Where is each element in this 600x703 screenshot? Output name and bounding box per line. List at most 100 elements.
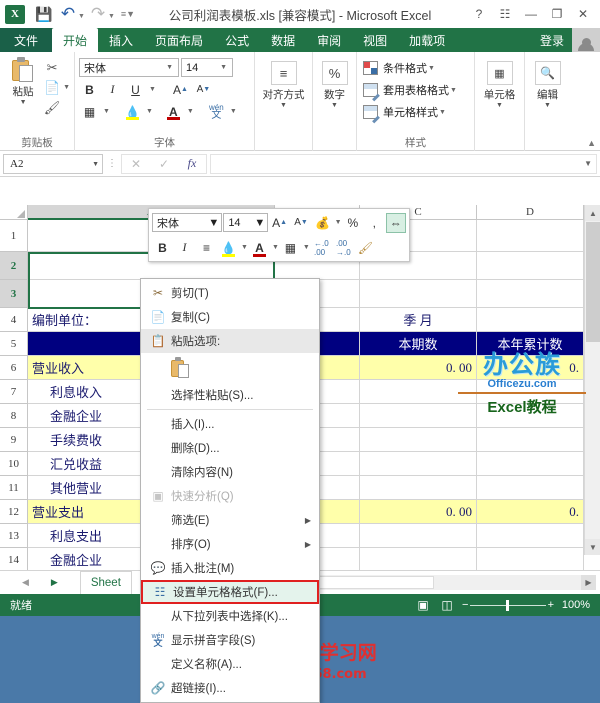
menu-item-define-name[interactable]: 定义名称(A)...: [141, 652, 319, 676]
context-menu[interactable]: ✂ 剪切(T) 📄 复制(C) 📋 粘贴选项: 选择性粘贴(S)... 插入(I…: [140, 278, 320, 703]
menu-item-pick-from-dropdown[interactable]: 从下拉列表中选择(K)...: [141, 604, 319, 628]
column-header-d[interactable]: D: [477, 205, 584, 220]
mini-borders-icon[interactable]: ▦: [280, 238, 301, 258]
avatar[interactable]: [572, 28, 600, 52]
font-size-combo[interactable]: 14 ▼: [181, 58, 233, 77]
page-layout-icon[interactable]: ◫: [438, 597, 456, 613]
fill-color-icon[interactable]: 💧: [122, 102, 143, 121]
chevron-down-icon[interactable]: ▼: [450, 87, 457, 94]
tab-review[interactable]: 审阅: [306, 28, 352, 52]
cell-d11[interactable]: [477, 476, 584, 499]
cell-d2[interactable]: [477, 252, 584, 279]
menu-item-cut[interactable]: ✂ 剪切(T): [141, 281, 319, 305]
cell-d13[interactable]: [477, 524, 584, 547]
undo-icon[interactable]: ↶: [57, 3, 79, 25]
cell-c5[interactable]: 本期数: [360, 332, 477, 355]
enter-icon[interactable]: ✓: [150, 155, 178, 173]
tab-view[interactable]: 视图: [352, 28, 398, 52]
tab-page-layout[interactable]: 页面布局: [144, 28, 214, 52]
normal-view-icon[interactable]: ▣: [414, 597, 432, 613]
phonetic-guide-icon[interactable]: wén 文: [206, 102, 227, 121]
alignment-dropdown-icon[interactable]: ▼: [280, 102, 287, 109]
tab-file[interactable]: 文件: [0, 28, 53, 52]
cell-d14[interactable]: [477, 548, 584, 570]
scroll-down-icon[interactable]: ▼: [585, 539, 600, 555]
save-icon[interactable]: 💾: [33, 3, 55, 25]
expand-formula-bar-icon[interactable]: ▼: [584, 159, 592, 168]
row-header-10[interactable]: 10: [0, 452, 28, 476]
bold-button[interactable]: B: [79, 80, 100, 99]
editing-button[interactable]: 🔍 编辑 ▼: [529, 55, 566, 109]
mini-italic-button[interactable]: I: [174, 238, 195, 258]
cells-dropdown-icon[interactable]: ▼: [496, 102, 503, 109]
menu-item-format-cells[interactable]: ☷ 设置单元格格式(F)...: [141, 580, 319, 604]
merge-center-icon[interactable]: ⇔: [385, 212, 407, 233]
paste-values-icon[interactable]: [171, 357, 191, 379]
cell-c8[interactable]: [360, 404, 477, 427]
collapse-ribbon-icon[interactable]: ▲: [587, 138, 596, 148]
zoom-out-button[interactable]: −: [462, 599, 468, 611]
cell-d5[interactable]: 本年累计数: [477, 332, 584, 355]
phonetic-dropdown-icon[interactable]: ▼: [230, 108, 237, 115]
chevron-down-icon[interactable]: ▼: [439, 109, 446, 116]
cell-c11[interactable]: [360, 476, 477, 499]
close-button[interactable]: ✕: [570, 3, 596, 25]
redo-dropdown-icon[interactable]: ▼: [108, 13, 115, 20]
cell-d6[interactable]: 0.: [477, 356, 584, 379]
copy-dropdown-icon[interactable]: ▼: [63, 84, 70, 91]
menu-item-insert[interactable]: 插入(I)...: [141, 412, 319, 436]
tab-formulas[interactable]: 公式: [214, 28, 260, 52]
percent-style-button[interactable]: %: [343, 213, 363, 233]
cell-d9[interactable]: [477, 428, 584, 451]
row-header-1[interactable]: 1: [0, 220, 28, 252]
mini-font-color-icon[interactable]: A: [249, 238, 270, 258]
number-dropdown-icon[interactable]: ▼: [331, 102, 338, 109]
paste-options-gallery[interactable]: [141, 353, 319, 383]
tab-home[interactable]: 开始: [52, 28, 99, 52]
select-all-corner[interactable]: [0, 205, 28, 220]
prev-sheet-icon[interactable]: ◀: [22, 577, 29, 588]
zoom-level[interactable]: 100%: [560, 599, 590, 611]
tab-data[interactable]: 数据: [260, 28, 306, 52]
paste-dropdown-icon[interactable]: ▼: [20, 99, 27, 106]
cell-d7[interactable]: [477, 380, 584, 403]
underline-button[interactable]: U: [125, 80, 146, 99]
customize-qat-icon[interactable]: ≡▼: [121, 9, 135, 19]
cell-c12[interactable]: 0. 00: [360, 500, 477, 523]
format-as-table-button[interactable]: 套用表格格式 ▼: [361, 80, 457, 102]
signin-link[interactable]: 登录: [532, 32, 572, 49]
formula-input[interactable]: ▼: [210, 153, 597, 174]
accounting-dropdown-icon[interactable]: ▼: [335, 219, 342, 226]
cell-d12[interactable]: 0.: [477, 500, 584, 523]
undo-dropdown-icon[interactable]: ▼: [78, 13, 85, 20]
zoom-in-button[interactable]: +: [548, 599, 554, 611]
row-header-8[interactable]: 8: [0, 404, 28, 428]
redo-icon[interactable]: ↷: [87, 3, 109, 25]
row-header-5[interactable]: 5: [0, 332, 28, 356]
row-header-12[interactable]: 12: [0, 500, 28, 524]
sheet-tab-sheet1[interactable]: Sheet: [79, 571, 132, 594]
vertical-scrollbar[interactable]: ▲ ▼: [584, 205, 600, 555]
tab-insert[interactable]: 插入: [98, 28, 144, 52]
next-sheet-icon[interactable]: ▶: [51, 577, 58, 588]
mini-fill-color-icon[interactable]: 💧: [218, 238, 239, 258]
copy-icon[interactable]: 📄: [42, 79, 62, 97]
alignment-button[interactable]: ≡ 对齐方式 ▼: [259, 55, 308, 109]
grow-font-button[interactable]: A ▲: [170, 80, 191, 99]
menu-item-copy[interactable]: 📄 复制(C): [141, 305, 319, 329]
font-color-icon[interactable]: A: [163, 102, 184, 121]
borders-dropdown-icon[interactable]: ▼: [103, 108, 110, 115]
insert-function-icon[interactable]: fx: [178, 155, 206, 173]
cell-c4[interactable]: 季 月: [360, 308, 477, 331]
mini-toolbar[interactable]: 宋体 ▼ 14 ▼ A ▲ A ▼ 💰 ▼ % , ⇔ B I ≡ 💧 ▼ A ▼ …: [148, 208, 410, 262]
cell-d4[interactable]: [477, 308, 584, 331]
row-header-11[interactable]: 11: [0, 476, 28, 500]
mini-bold-button[interactable]: B: [152, 238, 173, 258]
mini-grow-font-button[interactable]: A ▲: [269, 213, 289, 233]
name-box[interactable]: A2 ▼: [3, 153, 103, 174]
mini-font-size-combo[interactable]: 14 ▼: [223, 213, 269, 232]
menu-item-show-phonetic[interactable]: wén 文 显示拼音字段(S): [141, 628, 319, 652]
italic-button[interactable]: I: [102, 80, 123, 99]
decrease-decimal-icon[interactable]: .00 →.0: [333, 238, 354, 258]
menu-item-sort[interactable]: 排序(O) ▶: [141, 532, 319, 556]
